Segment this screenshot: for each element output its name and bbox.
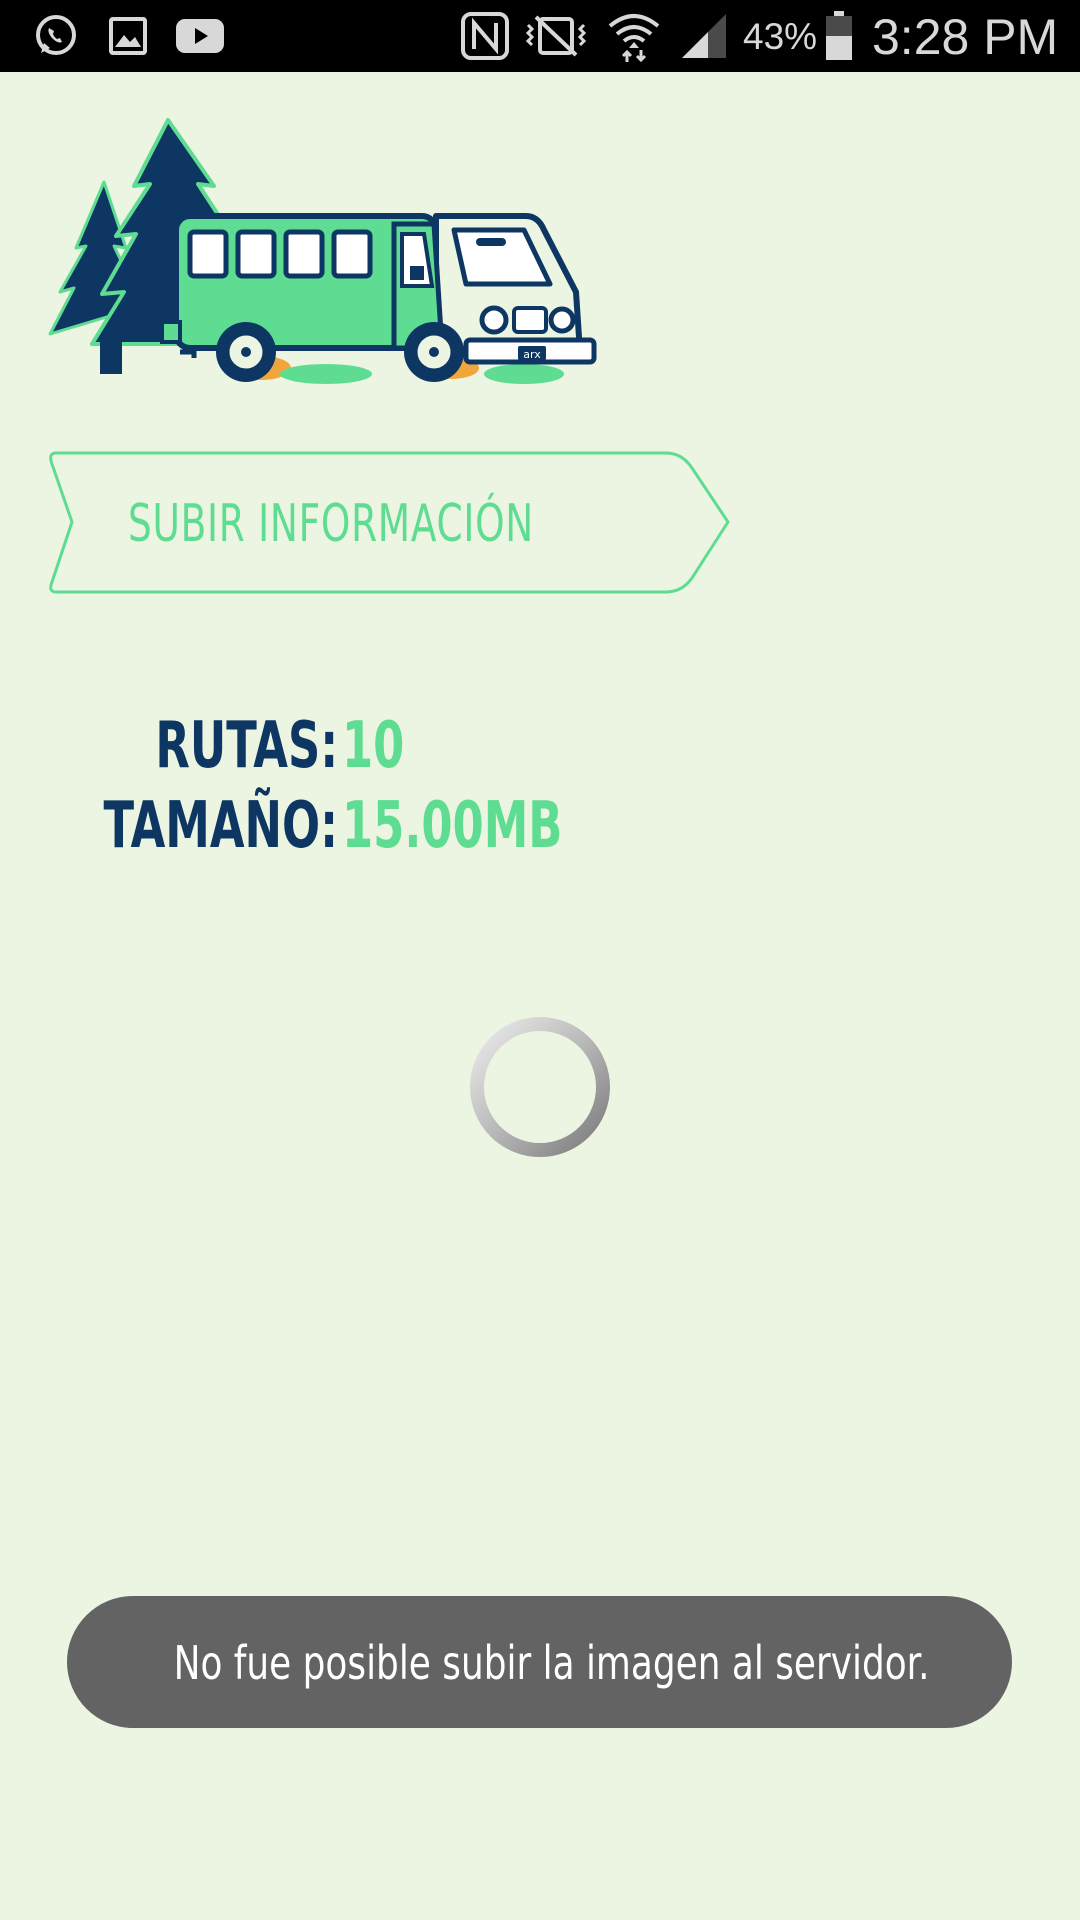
- whatsapp-icon: [28, 0, 84, 72]
- vibrate-icon: [520, 0, 592, 72]
- routes-label: RUTAS:: [155, 709, 338, 783]
- error-toast: No fue posible subir la imagen al servid…: [67, 1596, 1012, 1728]
- signal-icon: [676, 0, 732, 72]
- plate-text: arx: [523, 348, 541, 361]
- size-value: 15.00MB: [342, 789, 563, 863]
- battery-percent: 43%: [743, 16, 818, 57]
- status-bar: 43% 3:28 PM: [0, 0, 1080, 72]
- nfc-icon: [458, 0, 512, 72]
- youtube-icon: [172, 0, 228, 72]
- routes-value: 10: [342, 709, 405, 783]
- bus-and-trees-logo: arx: [46, 116, 606, 396]
- status-clock: 3:28 PM: [872, 9, 1059, 65]
- size-row: TAMAÑO: 15.00MB: [0, 786, 1080, 866]
- toast-message: No fue posible subir la imagen al servid…: [173, 1636, 930, 1690]
- upload-info-button[interactable]: SUBIR INFORMACIÓN: [46, 450, 732, 595]
- upload-info-label: SUBIR INFORMACIÓN: [128, 494, 535, 554]
- routes-row: RUTAS: 10: [0, 706, 1080, 786]
- battery-icon: [822, 0, 856, 72]
- loading-spinner: [466, 1013, 614, 1161]
- size-label: TAMAÑO:: [103, 789, 339, 863]
- wifi-icon: [604, 0, 664, 72]
- gallery-icon: [104, 0, 152, 72]
